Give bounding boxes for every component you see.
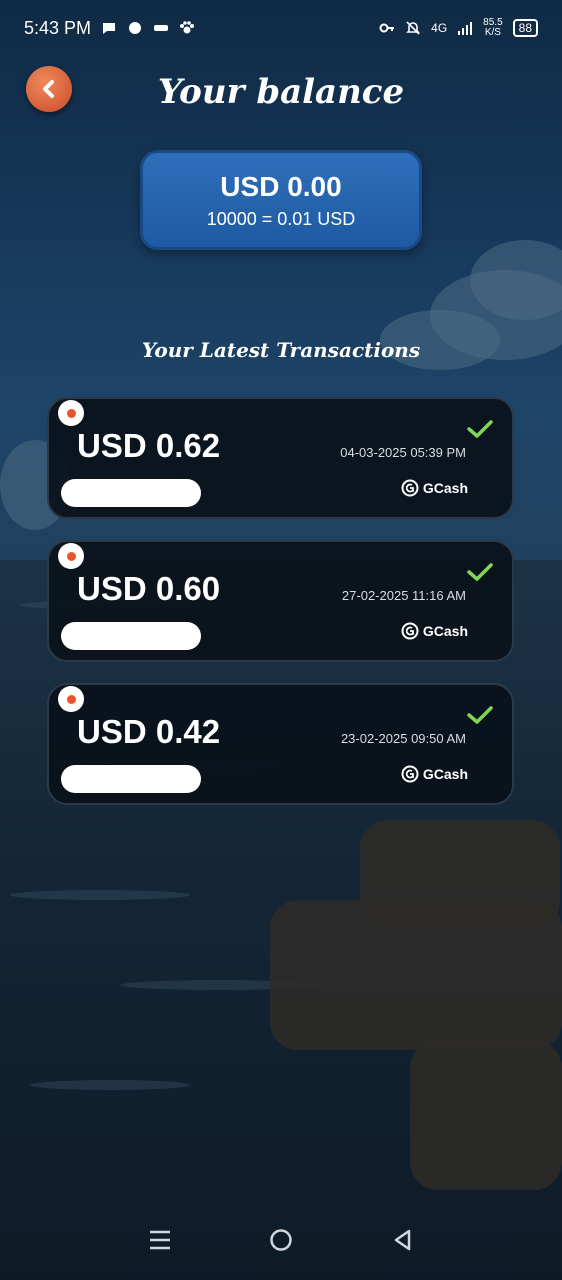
transaction-card[interactable]: USD 0.42 23-02-2025 09:50 AM GCash bbox=[47, 683, 514, 805]
gcash-logo-icon bbox=[401, 622, 419, 640]
signal-icon bbox=[458, 22, 473, 35]
status-bar: 5:43 PM 4G 85.5 K/S 88 bbox=[0, 0, 562, 56]
system-back-button[interactable] bbox=[382, 1220, 422, 1260]
chat-icon bbox=[103, 23, 116, 34]
transaction-amount: USD 0.60 bbox=[77, 570, 221, 607]
network-type: 4G bbox=[431, 21, 448, 35]
battery-indicator: 88 bbox=[512, 19, 538, 37]
transactions-heading: Your Latest Transactions bbox=[141, 338, 421, 362]
check-icon bbox=[467, 420, 493, 438]
redacted-account bbox=[61, 622, 201, 650]
key-icon bbox=[379, 23, 395, 33]
transaction-date: 27-02-2025 11:16 AM bbox=[341, 588, 466, 603]
payment-provider: GCash bbox=[401, 479, 468, 497]
transaction-card[interactable]: USD 0.60 27-02-2025 11:16 AM GCash bbox=[47, 540, 514, 662]
recent-apps-button[interactable] bbox=[140, 1220, 180, 1260]
balance-card: USD 0.00 10000 = 0.01 USD bbox=[140, 150, 422, 250]
check-icon bbox=[467, 706, 493, 724]
balance-amount: USD 0.00 bbox=[220, 170, 342, 202]
system-nav-bar bbox=[0, 1200, 562, 1280]
provider-name: GCash bbox=[422, 480, 468, 496]
redacted-account bbox=[61, 479, 201, 507]
redacted-account bbox=[61, 765, 201, 793]
provider-name: GCash bbox=[422, 623, 468, 639]
check-icon bbox=[467, 563, 493, 581]
transaction-card[interactable]: USD 0.62 04-03-2025 05:39 PM GCash bbox=[47, 397, 514, 519]
page-title: Your balance bbox=[157, 72, 405, 112]
payment-provider: GCash bbox=[401, 765, 468, 783]
bell-off-icon bbox=[406, 21, 421, 35]
home-button[interactable] bbox=[261, 1220, 301, 1260]
status-dot bbox=[58, 686, 84, 712]
circle-icon bbox=[129, 22, 142, 34]
gcash-logo-icon bbox=[401, 765, 419, 783]
menu-icon bbox=[150, 1230, 171, 1250]
transaction-amount: USD 0.42 bbox=[77, 713, 221, 750]
home-icon bbox=[270, 1229, 292, 1251]
net-speed-unit: K/S bbox=[484, 27, 501, 38]
status-dot bbox=[58, 543, 84, 569]
back-icon bbox=[394, 1229, 410, 1251]
status-time: 5:43 PM bbox=[24, 17, 92, 38]
paw-icon bbox=[180, 21, 195, 34]
transaction-list: USD 0.62 04-03-2025 05:39 PM GCash USD 0… bbox=[47, 397, 514, 826]
payment-provider: GCash bbox=[401, 622, 468, 640]
app-icon bbox=[154, 25, 169, 31]
gcash-logo-icon bbox=[401, 479, 419, 497]
status-dot bbox=[58, 400, 84, 426]
transaction-date: 04-03-2025 05:39 PM bbox=[340, 445, 466, 460]
transaction-amount: USD 0.62 bbox=[77, 427, 221, 464]
conversion-rate: 10000 = 0.01 USD bbox=[206, 208, 356, 229]
provider-name: GCash bbox=[422, 766, 468, 782]
transaction-date: 23-02-2025 09:50 AM bbox=[340, 731, 466, 746]
